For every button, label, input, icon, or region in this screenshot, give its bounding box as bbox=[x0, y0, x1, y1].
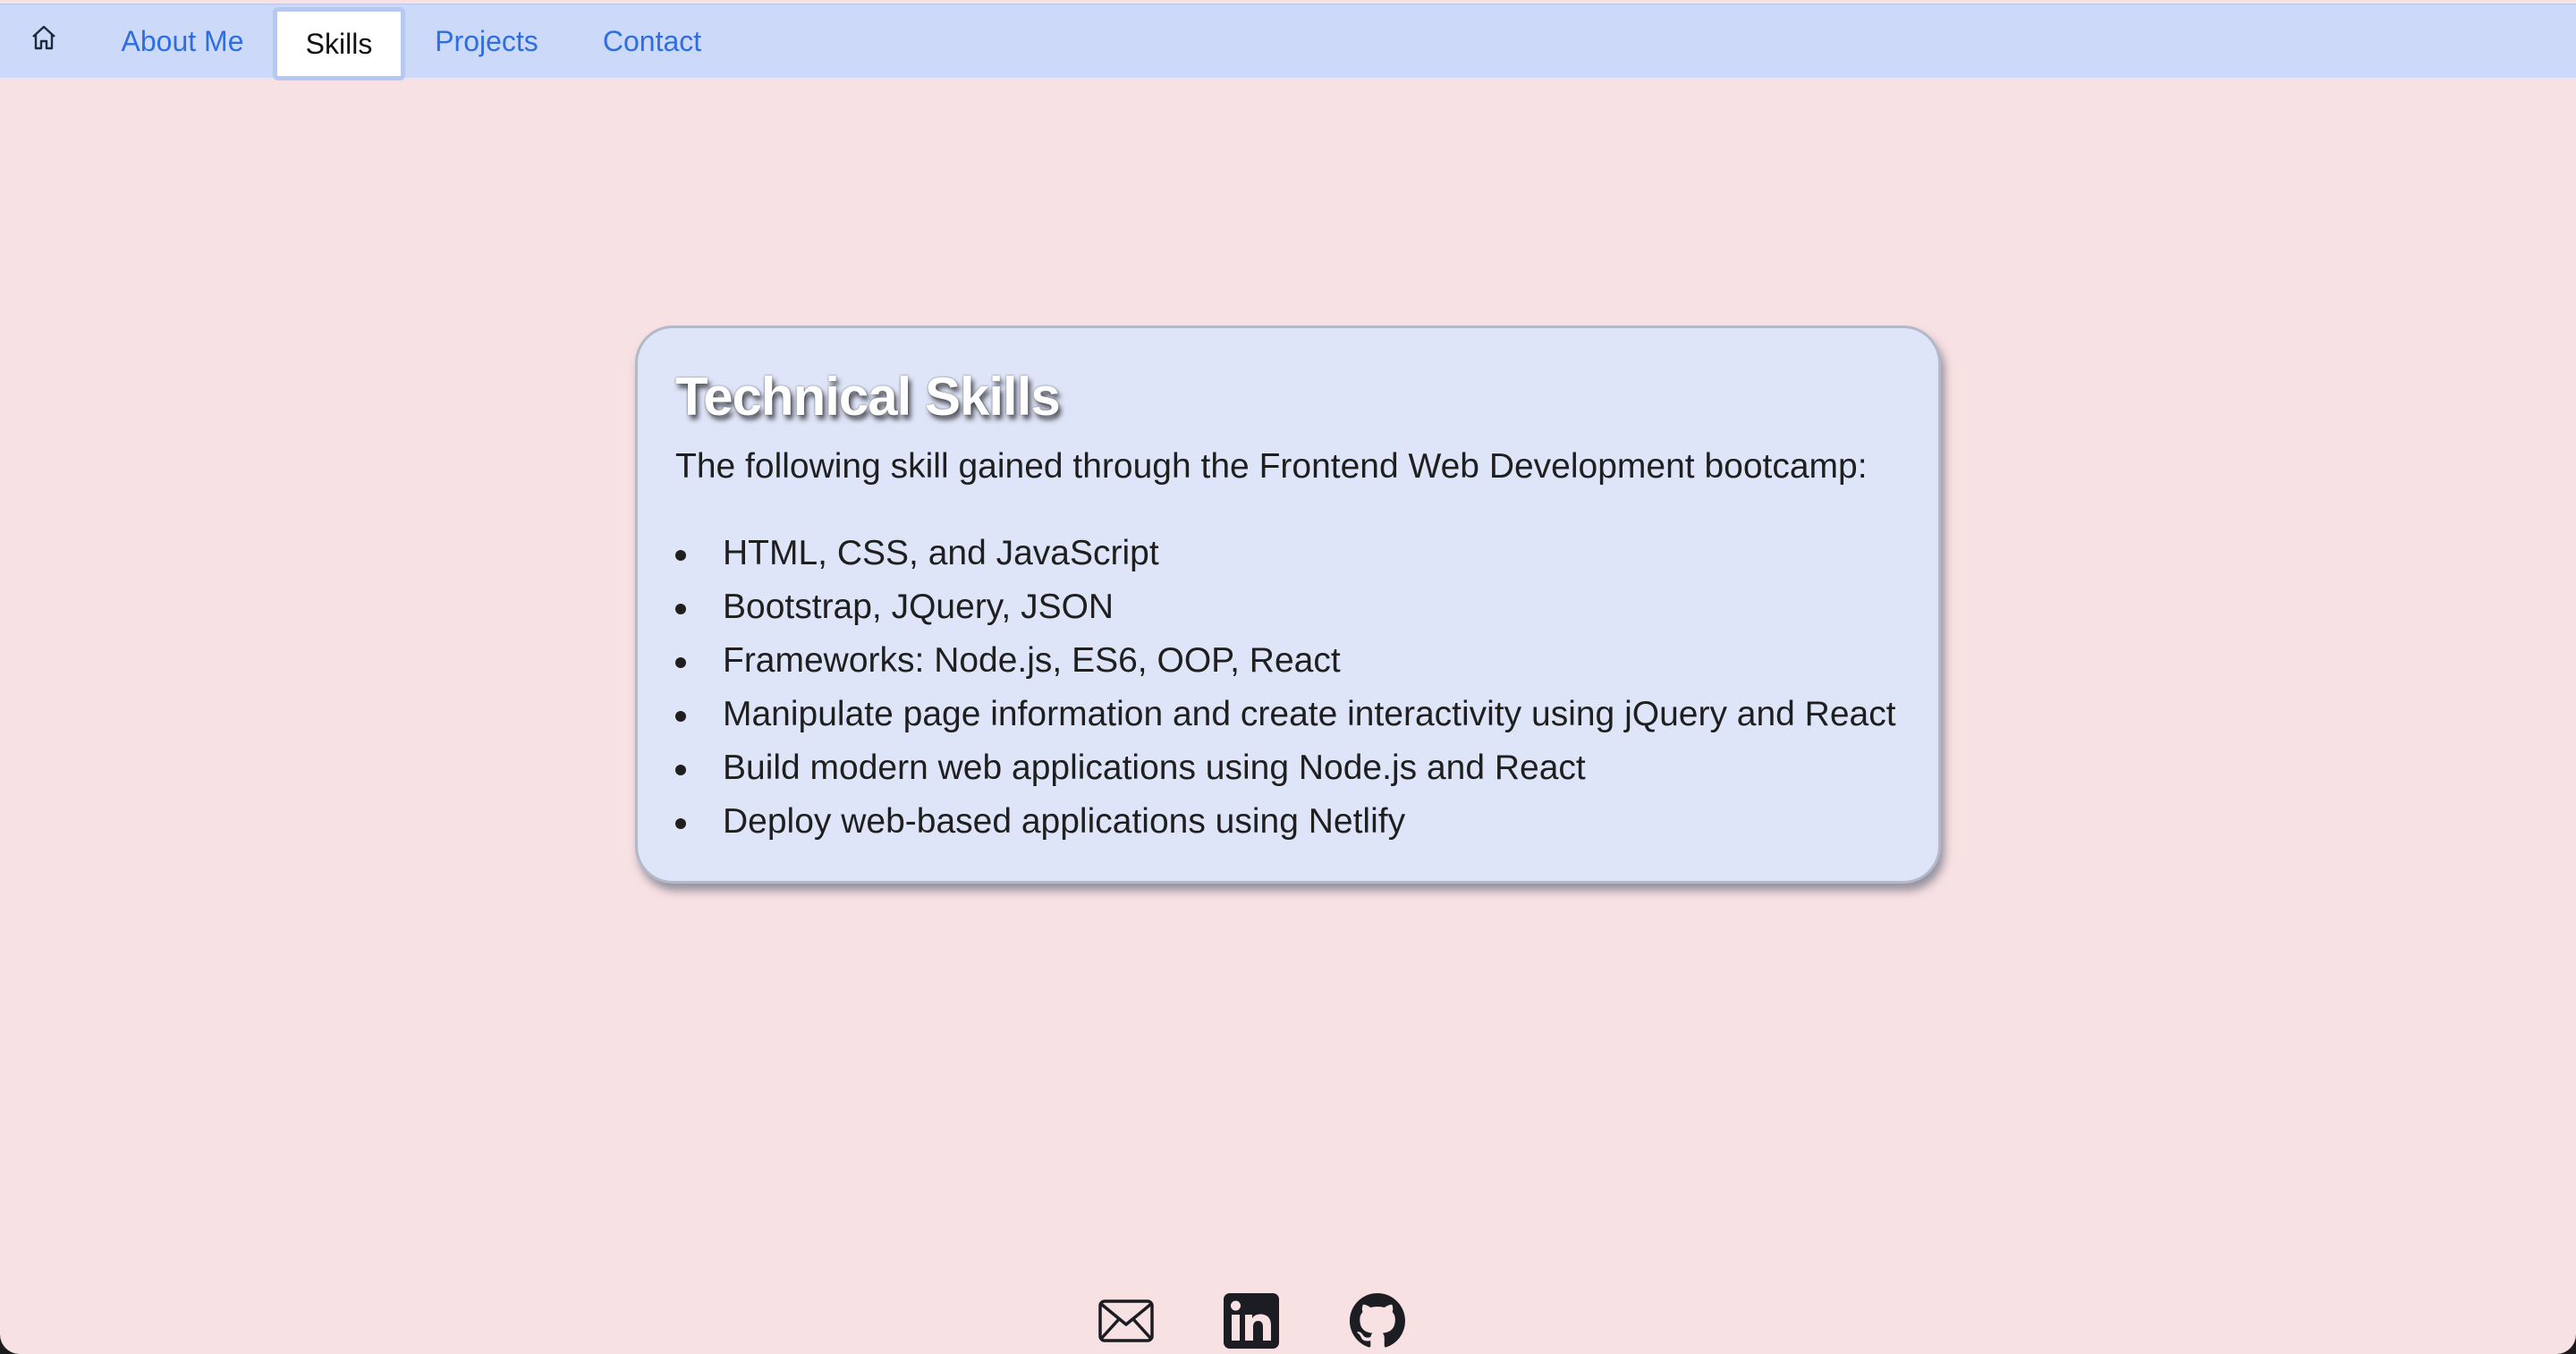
card-title: Technical Skills bbox=[675, 367, 1061, 427]
nav-about-me[interactable]: About Me bbox=[106, 4, 259, 78]
nav-contact[interactable]: Contact bbox=[586, 4, 718, 78]
card-intro: The following skill gained through the F… bbox=[675, 447, 1868, 486]
skill-text: Bootstrap, JQuery, JSON bbox=[723, 588, 1114, 626]
linkedin-icon[interactable] bbox=[1222, 1291, 1281, 1350]
skill-item: Build modern web applications using Node… bbox=[675, 741, 1896, 795]
skill-text: Frameworks: Node.js, ES6, OOP, React bbox=[723, 641, 1341, 680]
skill-item: Bootstrap, JQuery, JSON bbox=[675, 580, 1896, 634]
nav-home-link[interactable] bbox=[13, 4, 75, 78]
skill-text: HTML, CSS, and JavaScript bbox=[723, 534, 1159, 572]
bullet bbox=[675, 550, 686, 561]
skill-item: HTML, CSS, and JavaScript bbox=[675, 527, 1896, 580]
nav-projects[interactable]: Projects bbox=[420, 4, 553, 78]
skill-text: Manipulate page information and create i… bbox=[723, 695, 1896, 733]
skill-text: Build modern web applications using Node… bbox=[723, 749, 1586, 787]
skill-text: Deploy web-based applications using Netl… bbox=[723, 802, 1406, 841]
github-icon[interactable] bbox=[1348, 1291, 1407, 1350]
bullet bbox=[675, 711, 686, 722]
page: About Me Skills Projects Contact Technic… bbox=[0, 0, 2576, 1354]
bullet bbox=[675, 657, 686, 668]
skill-list: HTML, CSS, and JavaScript Bootstrap, JQu… bbox=[675, 527, 1896, 849]
nav-skills[interactable]: Skills bbox=[273, 7, 405, 80]
envelope-icon[interactable] bbox=[1097, 1291, 1156, 1350]
bullet bbox=[675, 765, 686, 775]
bullet bbox=[675, 818, 686, 829]
skill-item: Frameworks: Node.js, ES6, OOP, React bbox=[675, 634, 1896, 688]
house-icon bbox=[30, 23, 58, 59]
skill-item: Deploy web-based applications using Netl… bbox=[675, 795, 1896, 849]
bullet bbox=[675, 604, 686, 614]
skill-item: Manipulate page information and create i… bbox=[675, 688, 1896, 741]
navbar: About Me Skills Projects Contact bbox=[0, 4, 2576, 80]
skills-card: Technical Skills The following skill gai… bbox=[635, 326, 1941, 884]
